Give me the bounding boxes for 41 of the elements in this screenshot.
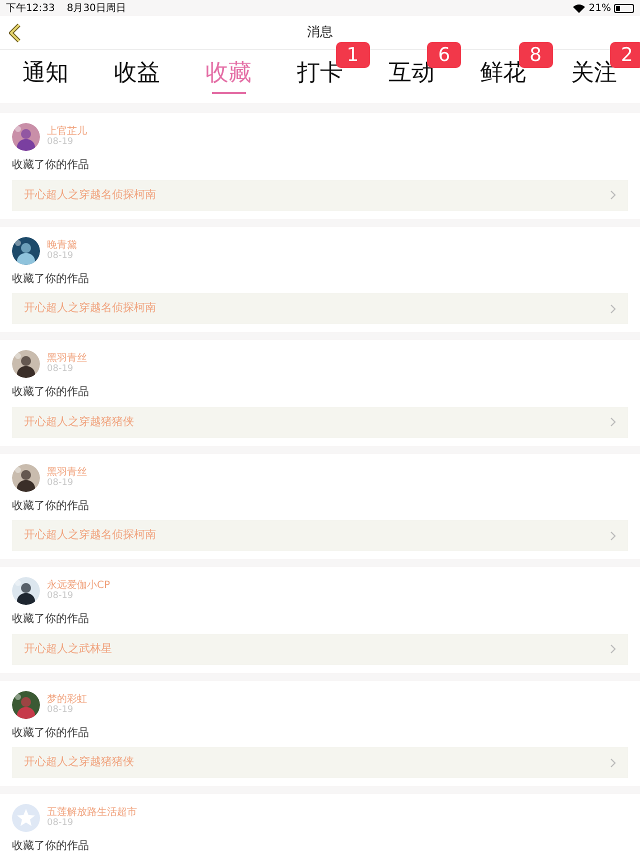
tab-underline [212, 92, 246, 94]
chevron-right-icon [610, 530, 616, 540]
count-badge: 8 [518, 42, 553, 68]
chevron-right-icon [610, 417, 616, 427]
user-name[interactable]: 五莲解放路生活超市 [47, 807, 137, 818]
message-text: 收藏了你的作品 [12, 270, 90, 286]
back-icon[interactable] [8, 22, 22, 42]
count-badge: 2 [610, 42, 640, 68]
user-name[interactable]: 永远爱伽小CP [47, 580, 110, 591]
user-name[interactable]: 晚青黛 [47, 240, 77, 250]
message-text: 收藏了你的作品 [12, 498, 90, 514]
work-link[interactable]: 开心超人之穿越猪猪侠 [12, 406, 628, 438]
message-text: 收藏了你的作品 [12, 157, 90, 173]
work-link[interactable]: 开心超人之穿越猪猪侠 [12, 747, 628, 778]
battery-percent: 21% [588, 2, 611, 16]
tab[interactable]: 收益 [91, 50, 183, 103]
user-name[interactable]: 梦的彩虹 [47, 694, 87, 704]
message-text: 收藏了你的作品 [12, 724, 90, 740]
work-link[interactable]: 开心超人之穿越名侦探柯南 [12, 180, 628, 210]
page-title: 消息 [307, 24, 333, 42]
user-name[interactable]: 上官芷儿 [47, 126, 87, 137]
work-link[interactable]: 开心超人之穿越名侦探柯南 [12, 293, 628, 324]
user-name[interactable]: 黑羽青丝 [47, 353, 87, 364]
default-avatar-icon [12, 804, 40, 832]
count-badge: 1 [336, 42, 370, 68]
tab[interactable]: 通知 [0, 50, 92, 103]
work-link[interactable]: 开心超人之武林星 [12, 634, 628, 664]
message-text: 收藏了你的作品 [12, 384, 90, 400]
chevron-right-icon [610, 190, 616, 200]
user-name[interactable]: 黑羽青丝 [47, 466, 87, 478]
message-text: 收藏了你的作品 [12, 838, 90, 853]
chevron-right-icon [610, 758, 616, 768]
status-time: 下午12:33 [6, 2, 55, 16]
chevron-right-icon [610, 644, 616, 654]
wifi-icon [572, 4, 585, 12]
message-text: 收藏了你的作品 [12, 611, 90, 627]
status-date: 8月30日周日 [66, 2, 126, 16]
chevron-right-icon [610, 304, 616, 314]
tab[interactable]: 收藏 [182, 50, 274, 103]
work-link[interactable]: 开心超人之穿越名侦探柯南 [12, 520, 628, 551]
battery-icon [614, 4, 634, 12]
